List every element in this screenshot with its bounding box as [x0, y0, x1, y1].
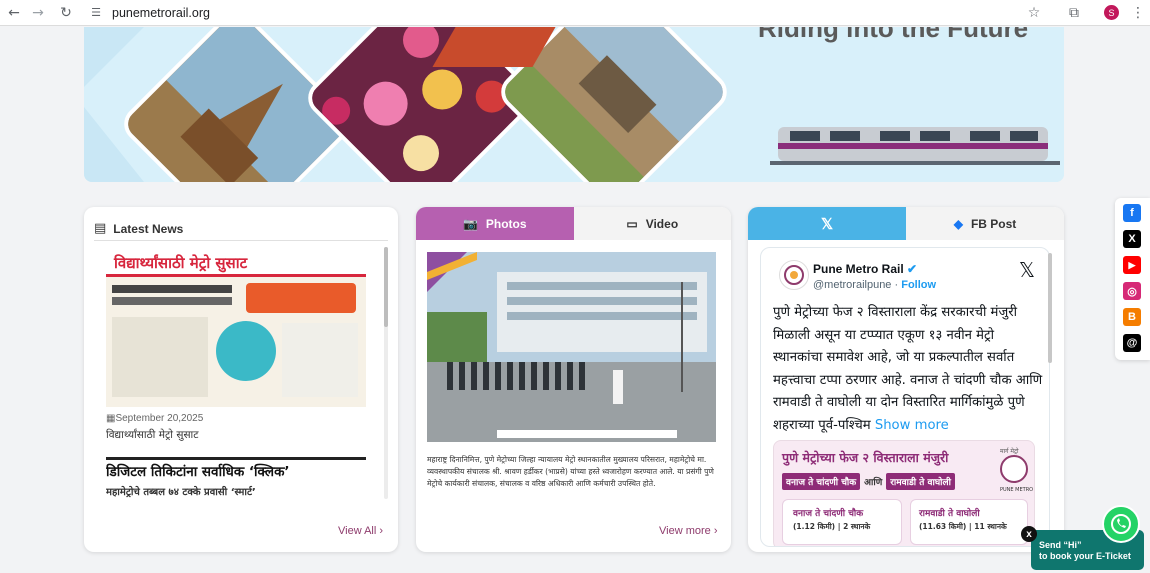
tweet-image-badge: मार्ग मेट्रो — [1000, 448, 1019, 455]
video-icon: ▭ — [626, 216, 638, 231]
profile-avatar[interactable]: S — [1104, 5, 1119, 20]
follow-link[interactable]: Follow — [901, 279, 936, 291]
chevron-right-icon: › — [379, 525, 384, 537]
news-clipping-image-2[interactable]: डिजिटल तिकिटांना सर्वाधिक ‘क्लिक’ महामेट… — [106, 457, 366, 505]
view-all-link[interactable]: View All › — [338, 525, 383, 537]
tweet-image[interactable]: पुणे मेट्रोच्या फेज २ विस्ताराला मंजुरी … — [773, 440, 1035, 546]
x-icon[interactable]: X — [1123, 230, 1141, 248]
page: Riding into the Future ▤ Latest News विद… — [0, 27, 1150, 573]
news-date: ▦September 20,2025 — [106, 413, 204, 424]
news-clipping-headline: विद्यार्थ्यांसाठी मेट्रो सुसाट — [114, 254, 248, 272]
extensions-icon[interactable]: ⧉ — [1064, 3, 1084, 23]
latest-news-header: ▤ Latest News — [94, 217, 388, 241]
x-logo-icon[interactable]: 𝕏 — [1019, 258, 1035, 282]
route-and: आणि — [864, 478, 883, 488]
news-clipping-subline-2: महामेट्रोचे तब्बल ७४ टक्के प्रवासी ‘स्मा… — [106, 487, 256, 498]
tweet-text: पुणे मेट्रोच्या फेज २ विस्ताराला केंद्र … — [773, 305, 1043, 433]
media-card: 📷 Photos ▭ Video महाराष्ट्र दिनानिमित्त,… — [416, 207, 731, 552]
event-photo[interactable] — [427, 252, 716, 442]
embedded-tweet[interactable]: Pune Metro Rail ✔ @metrorailpune · Follo… — [760, 247, 1050, 547]
latest-news-card: ▤ Latest News विद्यार्थ्यांसाठी मेट्रो स… — [84, 207, 398, 552]
pune-metro-logo — [779, 260, 809, 290]
news-scroll-thumb[interactable] — [384, 247, 388, 327]
youtube-icon[interactable]: ▶ — [1123, 256, 1141, 274]
route-box-2: रामवाडी ते वाघोली (11.63 किमी) | 11 स्था… — [910, 499, 1028, 545]
pune-metro-logo-icon — [1000, 455, 1028, 483]
chevron-right-icon: › — [713, 525, 718, 537]
newspaper-icon: ▤ — [94, 221, 107, 236]
news-clipping-headline-2: डिजिटल तिकिटांना सर्वाधिक ‘क्लिक’ — [106, 464, 290, 480]
camera-icon: 📷 — [462, 216, 478, 231]
whatsapp-close-button[interactable]: x — [1021, 526, 1037, 542]
metro-train-illustration — [770, 127, 1060, 165]
bookmark-star-icon[interactable]: ☆ — [1024, 3, 1044, 23]
verified-badge-icon: ✔ — [907, 262, 918, 276]
social-tabs: 𝕏 ◆ FB Post — [748, 207, 1064, 240]
social-feed-card: 𝕏 ◆ FB Post Pune Metro Rail ✔ @metrorailp… — [748, 207, 1064, 552]
address-bar[interactable]: ☰ punemetrorail.org — [86, 2, 1060, 23]
view-more-link[interactable]: View more › — [659, 525, 718, 537]
news-title-link[interactable]: विद्यार्थ्यांसाठी मेट्रो सुसाट — [106, 428, 199, 442]
tweet-scrollbar[interactable] — [1048, 253, 1052, 363]
tweet-author-handle[interactable]: @metrorailpune · Follow — [813, 279, 936, 291]
latest-news-heading: Latest News — [113, 221, 184, 236]
show-more-link[interactable]: Show more — [875, 418, 949, 433]
browser-toolbar: ← → ↻ ☰ punemetrorail.org ☆ ⧉ S ⋮ — [0, 0, 1150, 26]
facebook-icon[interactable]: f — [1123, 204, 1141, 222]
site-settings-icon[interactable]: ☰ — [86, 6, 106, 19]
whatsapp-icon[interactable] — [1102, 505, 1140, 543]
blogger-icon[interactable]: B — [1123, 308, 1141, 326]
whatsapp-line-1: Send “Hi” — [1039, 540, 1082, 550]
x-logo-icon: 𝕏 — [820, 215, 834, 233]
tweet-image-title: पुणे मेट्रोच्या फेज २ विस्ताराला मंजुरी — [782, 450, 949, 465]
hero-banner: Riding into the Future — [84, 27, 1064, 182]
instagram-icon[interactable]: ◎ — [1123, 282, 1141, 300]
whatsapp-line-2: to book your E-Ticket — [1039, 551, 1131, 561]
photo-caption: महाराष्ट्र दिनानिमित्त, पुणे मेट्रोच्या … — [427, 455, 714, 488]
tab-x[interactable]: 𝕏 — [748, 207, 906, 240]
route-pill-1: वनाज ते चांदणी चौक — [782, 473, 861, 490]
url-text[interactable]: punemetrorail.org — [112, 6, 210, 20]
social-share-bar: f X ▶ ◎ B @ — [1115, 198, 1150, 360]
tab-fb-post[interactable]: ◆ FB Post — [906, 207, 1064, 240]
tab-video[interactable]: ▭ Video — [573, 207, 731, 240]
forward-icon[interactable]: → — [28, 3, 48, 23]
tweet-image-logo-text: PUNE METRO — [1000, 487, 1034, 493]
media-tabs: 📷 Photos ▭ Video — [416, 207, 731, 240]
fb-post-icon: ◆ — [953, 216, 963, 231]
route-box-1: वनाज ते चांदणी चौक (1.12 किमी) | 2 स्थान… — [782, 499, 902, 545]
more-menu-icon[interactable]: ⋮ — [1128, 3, 1148, 23]
tab-photos[interactable]: 📷 Photos — [416, 207, 574, 240]
banner-tagline: Riding into the Future — [758, 27, 1029, 43]
tweet-author-name[interactable]: Pune Metro Rail ✔ — [813, 262, 917, 276]
reload-icon[interactable]: ↻ — [56, 3, 76, 23]
threads-icon[interactable]: @ — [1123, 334, 1141, 352]
back-icon[interactable]: ← — [4, 3, 24, 23]
news-clipping-image[interactable]: विद्यार्थ्यांसाठी मेट्रो सुसाट — [106, 251, 366, 407]
news-scrollbar[interactable] — [384, 247, 388, 499]
route-pill-2: रामवाडी ते वाघोली — [886, 473, 955, 490]
